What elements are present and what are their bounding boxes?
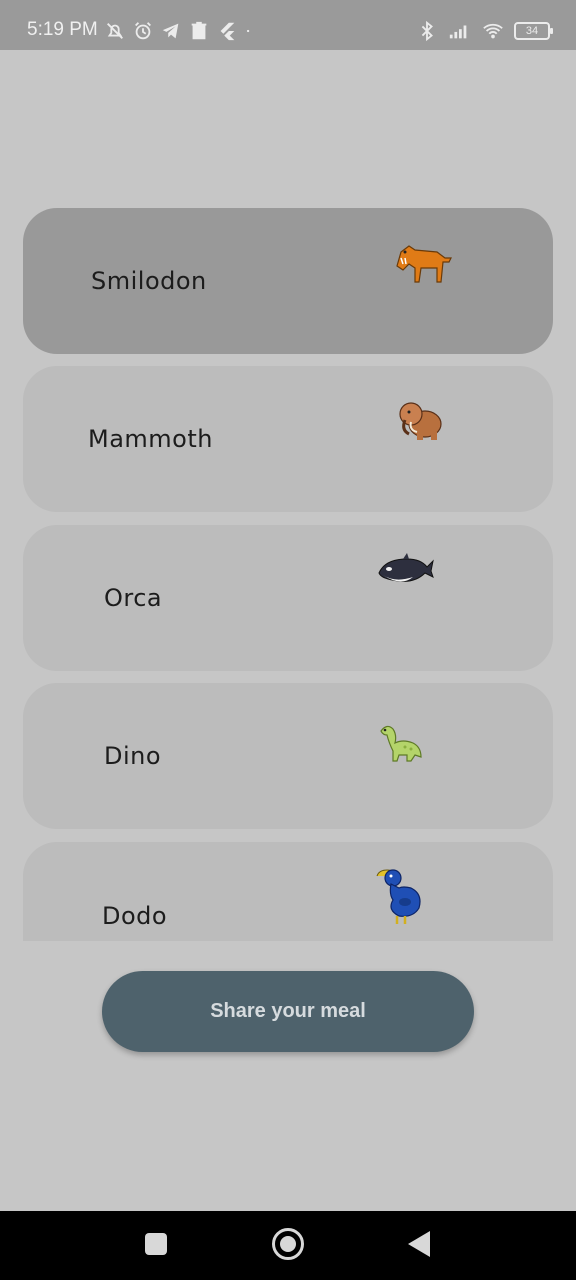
mammoth-icon — [399, 402, 442, 440]
status-notification-icons — [104, 19, 258, 43]
recents-icon[interactable] — [145, 1233, 167, 1255]
smilodon-icon — [396, 245, 452, 283]
back-icon[interactable] — [408, 1231, 430, 1257]
list-item-orca[interactable]: Orca — [23, 525, 553, 671]
animal-label: Orca — [104, 584, 163, 612]
orca-icon — [378, 553, 434, 582]
status-bar: 5:19 PM 34 — [0, 0, 576, 50]
signal-icon — [449, 25, 467, 39]
status-time: 5:19 PM — [27, 19, 98, 40]
list-item-dodo[interactable]: Dodo — [23, 842, 553, 941]
list-item-dino[interactable]: Dino — [23, 683, 553, 829]
list-item-smilodon[interactable]: Smilodon — [23, 208, 553, 354]
wifi-icon — [483, 23, 503, 39]
dino-icon — [380, 725, 422, 762]
status-system-icons: 34 — [416, 19, 553, 43]
battery-icon: 34 — [514, 22, 553, 40]
home-icon[interactable] — [272, 1228, 304, 1260]
animal-label: Smilodon — [91, 267, 207, 295]
trash-icon — [191, 21, 207, 40]
animal-label: Mammoth — [88, 425, 213, 453]
animal-label: Dino — [104, 742, 162, 770]
animal-list[interactable]: Smilodon Mammoth Orca Dino Dodo — [23, 208, 553, 941]
dot-icon — [246, 29, 250, 33]
alarm-icon — [135, 22, 151, 40]
telegram-icon — [162, 23, 179, 39]
bluetooth-icon — [421, 20, 433, 42]
share-meal-button[interactable]: Share your meal — [102, 971, 474, 1052]
flutter-icon — [220, 22, 235, 41]
app-screen: 5:19 PM 34 Smilodon Mammoth Orca Dino Do… — [0, 0, 576, 1280]
mute-bell-icon — [107, 23, 123, 39]
dodo-icon — [376, 869, 421, 924]
animal-label: Dodo — [102, 902, 168, 930]
share-meal-label: Share your meal — [210, 1000, 366, 1022]
list-item-mammoth[interactable]: Mammoth — [23, 366, 553, 512]
